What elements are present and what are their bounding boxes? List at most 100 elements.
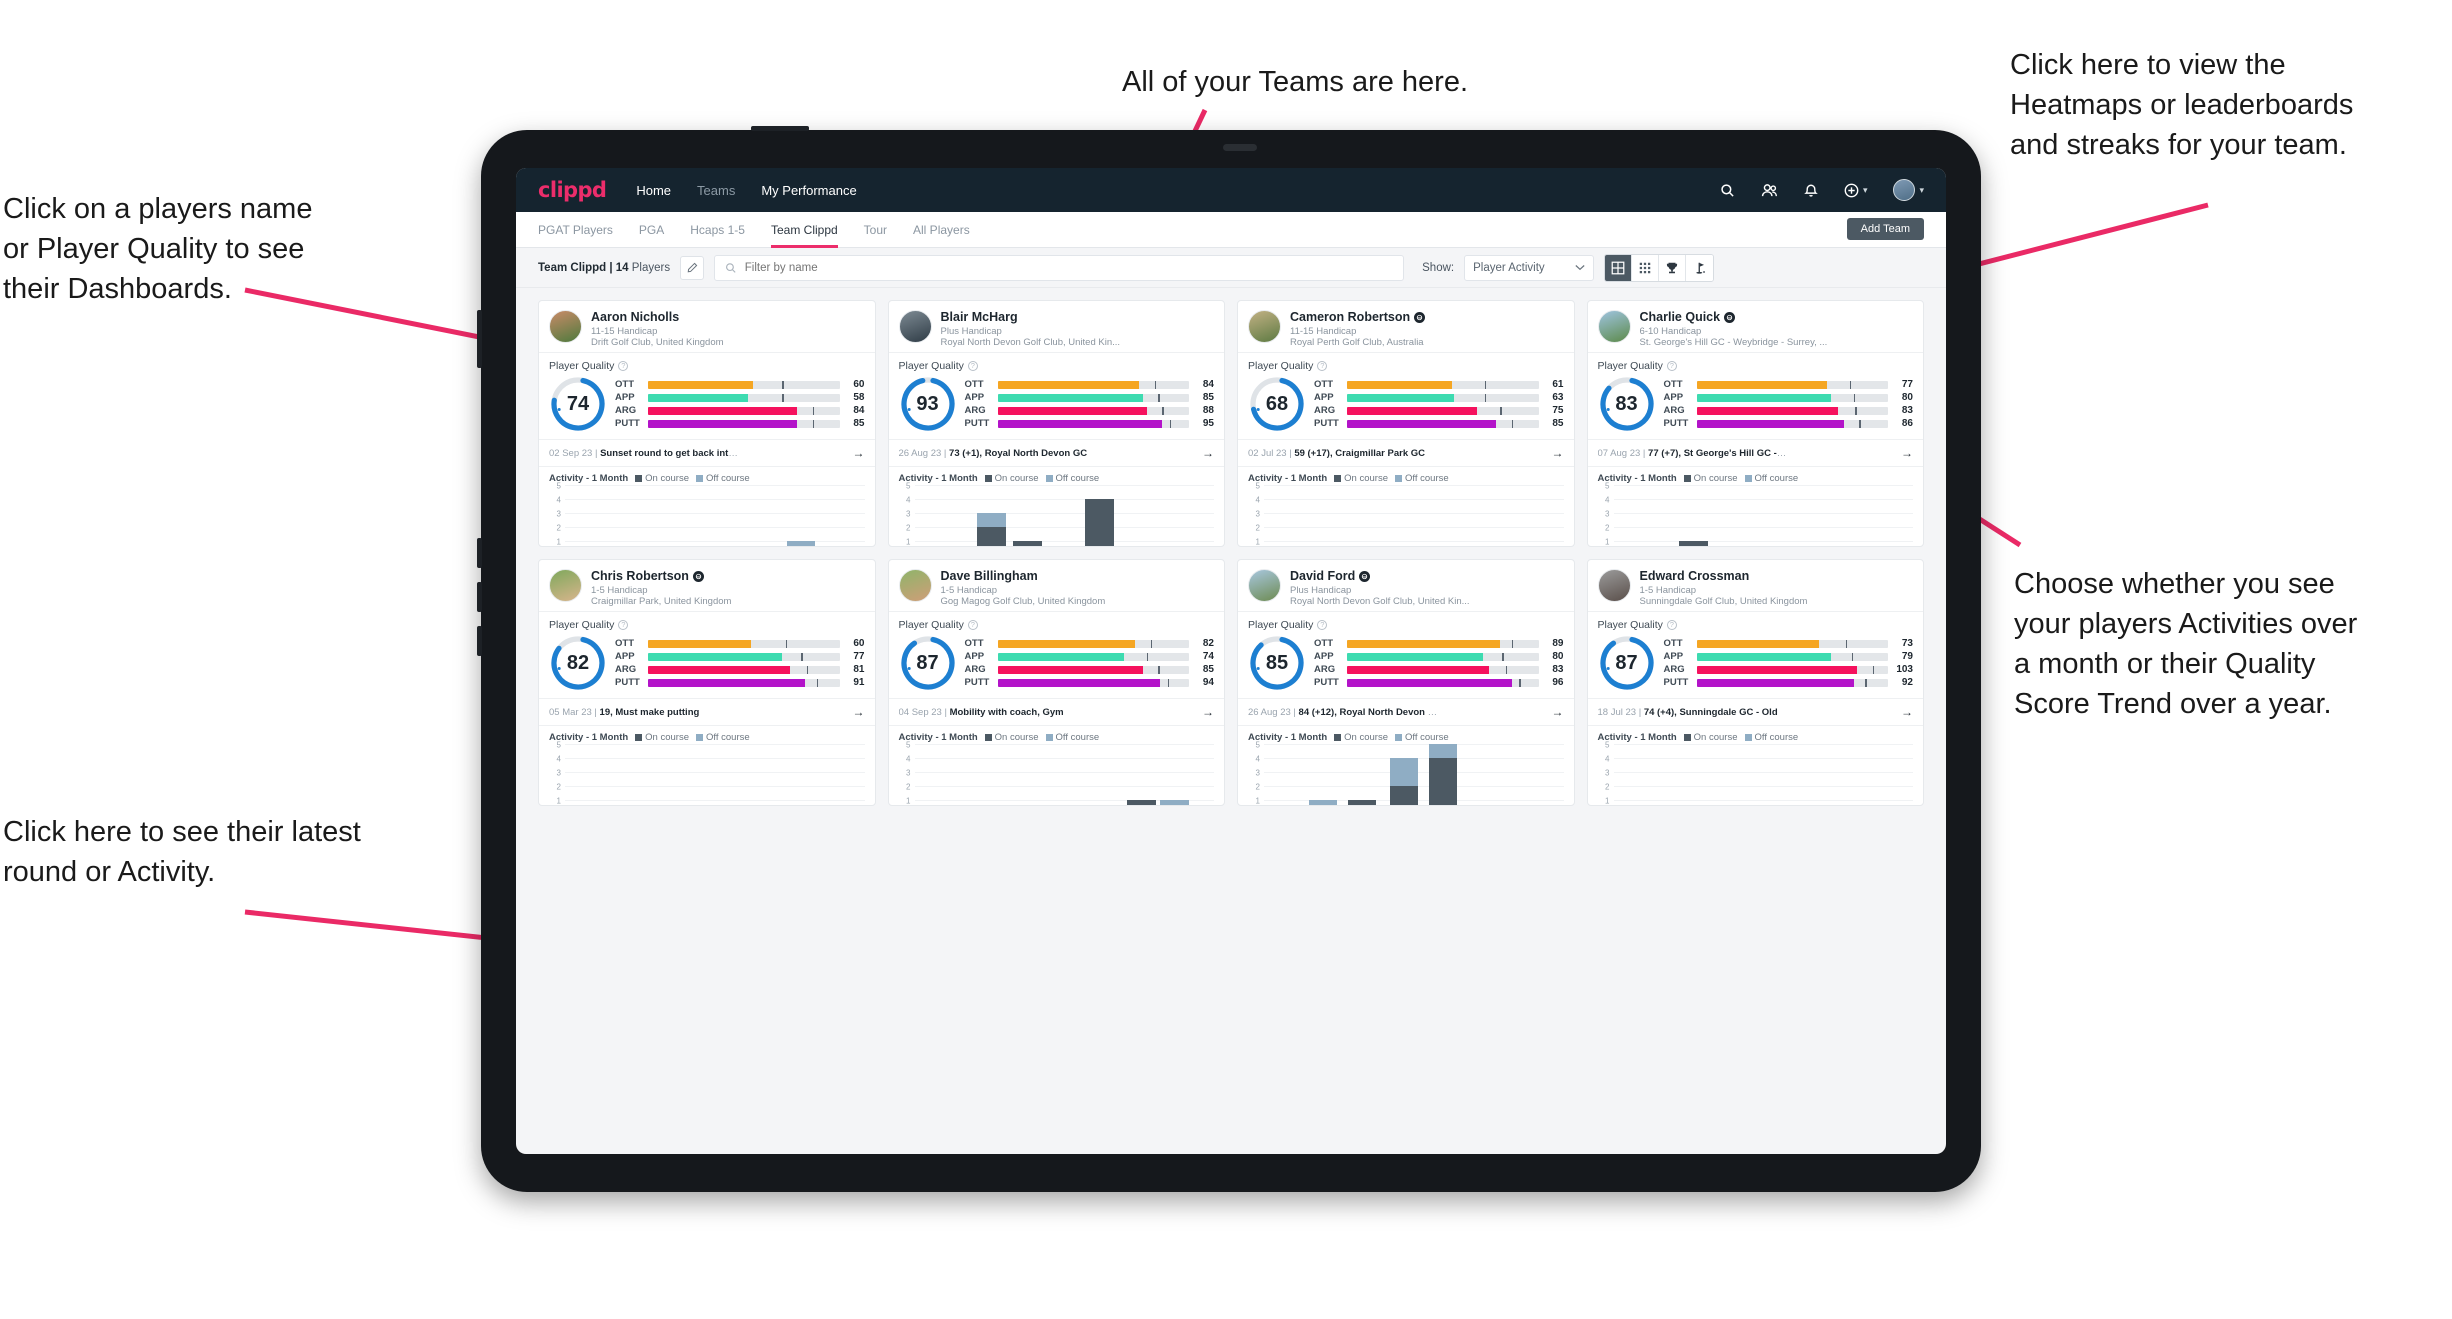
chart-y-tick: 1: [1255, 537, 1260, 547]
search-icon[interactable]: [1720, 183, 1735, 198]
dots-view-icon[interactable]: [1632, 254, 1660, 281]
player-card[interactable]: Chris Robertson 1-5 Handicap Craigmillar P…: [538, 559, 876, 806]
player-avatar[interactable]: [898, 569, 932, 602]
player-card-header[interactable]: Edward Crossman 1-5 Handicap Sunningdale G…: [1587, 560, 1923, 612]
help-icon[interactable]: ?: [1317, 361, 1328, 371]
player-name[interactable]: Chris Robertson: [591, 569, 731, 583]
player-card[interactable]: Cameron Robertson 11-15 Handicap Royal Per…: [1237, 300, 1575, 547]
player-avatar[interactable]: [1597, 569, 1631, 602]
tab-pga[interactable]: PGA: [639, 212, 664, 248]
player-avatar[interactable]: [1248, 569, 1281, 602]
arrow-right-icon[interactable]: →: [853, 705, 865, 719]
player-card-header[interactable]: Charlie Quick 6-10 Handicap St. George's H…: [1587, 301, 1923, 353]
tab-team-clippd[interactable]: Team Clippd: [770, 212, 838, 248]
latest-round-row[interactable]: 05 Mar 23 | 19, Must make putting →: [539, 698, 875, 726]
player-card-header[interactable]: Cameron Robertson 11-15 Handicap Royal Per…: [1238, 301, 1574, 353]
quality-ring[interactable]: 83: [1598, 375, 1656, 433]
latest-round-row[interactable]: 02 Sep 23 | Sunset round to get back int…: [539, 439, 875, 467]
latest-round-row[interactable]: 26 Aug 23 | 73 (+1), Royal North Devon G…: [888, 439, 1224, 467]
nav-link-teams[interactable]: Teams: [697, 183, 735, 198]
metric-label: APP: [1663, 392, 1684, 403]
help-icon[interactable]: ?: [618, 361, 629, 371]
player-card[interactable]: Blair McHarg Plus Handicap Royal North Dev…: [887, 300, 1225, 547]
player-card[interactable]: Aaron Nicholls 11-15 Handicap Drift Golf C…: [538, 300, 876, 547]
arrow-right-icon[interactable]: →: [853, 446, 865, 460]
player-card[interactable]: Charlie Quick 6-10 Handicap St. George's H…: [1586, 300, 1924, 547]
avatar-chevron-down-icon[interactable]: ▾: [1919, 185, 1924, 196]
quality-ring[interactable]: 82: [549, 634, 607, 692]
player-card-header[interactable]: Aaron Nicholls 11-15 Handicap Drift Golf C…: [539, 301, 875, 353]
power-button[interactable]: [751, 126, 809, 131]
latest-round-row[interactable]: 07 Aug 23 | 77 (+7), St George's Hill GC…: [1587, 439, 1923, 467]
help-icon[interactable]: ?: [1666, 361, 1677, 371]
arrow-right-icon[interactable]: →: [1552, 446, 1564, 460]
quality-ring[interactable]: 85: [1248, 634, 1306, 692]
latest-round-row[interactable]: 26 Aug 23 | 84 (+12), Royal North Devon …: [1238, 698, 1574, 726]
quality-ring[interactable]: 68: [1248, 375, 1306, 433]
help-icon[interactable]: ?: [618, 620, 629, 630]
player-avatar[interactable]: [898, 310, 932, 343]
player-name[interactable]: David Ford: [1290, 569, 1470, 583]
metric-label: ARG: [1663, 664, 1685, 675]
player-avatar[interactable]: [1597, 310, 1631, 343]
player-avatar[interactable]: [549, 310, 582, 343]
arrow-right-icon[interactable]: →: [1202, 446, 1214, 460]
quality-ring[interactable]: 87: [1598, 634, 1656, 692]
arrow-right-icon[interactable]: →: [1901, 446, 1913, 460]
arrow-right-icon[interactable]: →: [1202, 705, 1214, 719]
help-icon[interactable]: ?: [967, 620, 978, 630]
nav-link-home[interactable]: Home: [636, 183, 671, 198]
nav-link-my-performance[interactable]: My Performance: [761, 183, 856, 198]
people-icon[interactable]: [1761, 183, 1778, 198]
edit-team-button[interactable]: [680, 255, 705, 280]
grid-view-icon[interactable]: [1605, 254, 1633, 281]
quality-ring[interactable]: 93: [899, 375, 957, 433]
latest-round-detail: 84 (+12), Royal North Devon GC: [1298, 706, 1438, 718]
latest-round-row[interactable]: 04 Sep 23 | Mobility with coach, Gym →: [888, 698, 1224, 726]
help-icon[interactable]: ?: [1317, 620, 1328, 630]
bell-icon[interactable]: [1804, 183, 1818, 198]
player-name[interactable]: Cameron Robertson: [1290, 310, 1426, 324]
latest-round-row[interactable]: 02 Jul 23 | 59 (+17), Craigmillar Park G…: [1238, 439, 1574, 467]
player-name[interactable]: Aaron Nicholls: [591, 310, 724, 324]
chart-y-tick: 5: [1605, 740, 1610, 750]
player-name[interactable]: Charlie Quick: [1640, 310, 1828, 324]
clippd-logo[interactable]: clippd: [538, 178, 607, 202]
help-icon[interactable]: ?: [1666, 620, 1677, 630]
player-card-header[interactable]: David Ford Plus Handicap Royal North Devon…: [1238, 560, 1574, 612]
side-button-3[interactable]: [477, 626, 482, 656]
player-card[interactable]: David Ford Plus Handicap Royal North Devon…: [1237, 559, 1575, 806]
quality-ring[interactable]: 74: [549, 375, 607, 433]
add-team-button[interactable]: Add Team: [1846, 218, 1924, 240]
player-name[interactable]: Dave Billingham: [941, 569, 1106, 583]
player-avatar[interactable]: [549, 569, 582, 602]
search-input[interactable]: [744, 261, 1394, 274]
player-card-header[interactable]: Blair McHarg Plus Handicap Royal North Dev…: [888, 301, 1224, 353]
player-card[interactable]: Dave Billingham 1-5 Handicap Gog Magog Gol…: [887, 559, 1225, 806]
show-select[interactable]: Player Activity: [1464, 254, 1595, 281]
help-icon[interactable]: ?: [967, 361, 978, 371]
flag-view-icon[interactable]: [1686, 254, 1714, 281]
player-card-header[interactable]: Dave Billingham 1-5 Handicap Gog Magog Gol…: [888, 560, 1224, 612]
arrow-right-icon[interactable]: →: [1552, 705, 1564, 719]
volume-button[interactable]: [477, 310, 482, 368]
plus-circle-icon[interactable]: ▾: [1844, 183, 1867, 198]
annotation-teams: All of your Teams are here.: [1122, 66, 1469, 98]
arrow-right-icon[interactable]: →: [1901, 705, 1913, 719]
player-name[interactable]: Blair McHarg: [941, 310, 1121, 324]
latest-round-row[interactable]: 18 Jul 23 | 74 (+4), Sunningdale GC - Ol…: [1587, 698, 1923, 726]
tab-tour[interactable]: Tour: [864, 212, 887, 248]
player-card[interactable]: Edward Crossman 1-5 Handicap Sunningdale G…: [1586, 559, 1924, 806]
avatar[interactable]: [1893, 179, 1916, 201]
player-name[interactable]: Edward Crossman: [1640, 569, 1808, 583]
player-avatar[interactable]: [1248, 310, 1281, 343]
player-card-header[interactable]: Chris Robertson 1-5 Handicap Craigmillar P…: [539, 560, 875, 612]
tab-hcaps-1-5[interactable]: Hcaps 1-5: [690, 212, 745, 248]
side-button-2[interactable]: [477, 582, 482, 612]
tab-all-players[interactable]: All Players: [913, 212, 970, 248]
search-input-wrapper[interactable]: [714, 254, 1405, 281]
quality-ring[interactable]: 87: [899, 634, 957, 692]
side-button-1[interactable]: [477, 538, 482, 568]
trophy-view-icon[interactable]: [1659, 254, 1687, 281]
tab-pgat-players[interactable]: PGAT Players: [538, 212, 613, 248]
